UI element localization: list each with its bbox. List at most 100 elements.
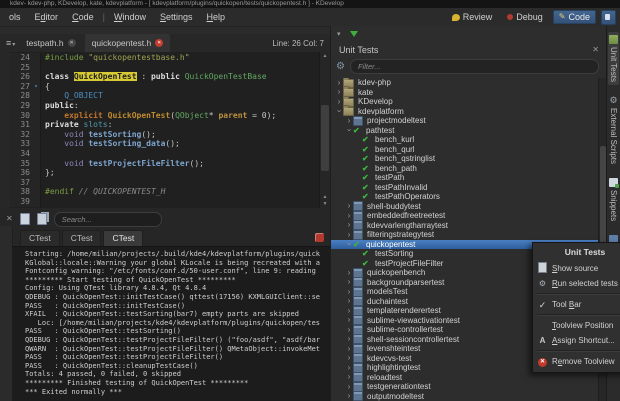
- code-line: 31private slots:: [10, 120, 320, 130]
- tree-item-pathtest[interactable]: ›✔pathtest: [331, 126, 599, 136]
- fold-column: [32, 130, 41, 140]
- menu-item-assign-shortcut[interactable]: AAssign Shortcut...: [533, 333, 620, 348]
- search-input[interactable]: [54, 212, 162, 227]
- console-line: Config: Using QTest library 4.8.4, Qt 4.…: [25, 284, 330, 293]
- output-tab-1[interactable]: CTest: [20, 230, 60, 246]
- fold-marker-icon[interactable]: ▾: [32, 82, 41, 92]
- tree-item-shell-buddytest[interactable]: ›shell-buddytest: [331, 202, 599, 212]
- tree-item-kate[interactable]: ›kate: [331, 88, 599, 98]
- close-tab-icon[interactable]: ✕: [68, 39, 76, 47]
- menu-code[interactable]: Code: [65, 11, 101, 23]
- remove-glyph: ✕: [538, 358, 547, 367]
- close-tab-icon[interactable]: ✕: [155, 39, 163, 47]
- tree-item-testgenerationtest[interactable]: ›testgenerationtest: [331, 382, 599, 392]
- collapsed-arrow-icon[interactable]: ›: [335, 98, 343, 106]
- red-status-icon[interactable]: [315, 233, 324, 242]
- tree-item-kdevplatform[interactable]: ›kdevplatform: [331, 107, 599, 117]
- collapsed-arrow-icon[interactable]: ›: [345, 364, 353, 372]
- tree-item-label: bench_qstringlist: [375, 154, 435, 163]
- tree-item-embeddedfreetreetest[interactable]: ›embeddedfreetreetest: [331, 211, 599, 221]
- expanded-arrow-icon[interactable]: ›: [345, 126, 353, 134]
- output-tab-2[interactable]: CTest: [62, 230, 102, 246]
- menu-help[interactable]: Help: [200, 11, 233, 23]
- test-console-output[interactable]: Starting: /home/milian/projects/.build/k…: [12, 246, 330, 401]
- tree-item-testpathinvalid[interactable]: ✔testPathInvalid: [331, 183, 599, 193]
- collapsed-arrow-icon[interactable]: ›: [345, 117, 353, 125]
- collapsed-arrow-icon[interactable]: ›: [345, 212, 353, 220]
- tree-item-bench-kurl[interactable]: ✔bench_kurl: [331, 135, 599, 145]
- toolview-tab-snippets[interactable]: Snippets: [608, 175, 619, 224]
- collapsed-arrow-icon[interactable]: ›: [345, 335, 353, 343]
- tree-item-filteringstrategytest[interactable]: ›filteringstrategytest: [331, 230, 599, 240]
- editor-tab-testpath-h[interactable]: testpath.h✕: [19, 34, 82, 52]
- filter-options-gear-icon[interactable]: ⚙: [336, 62, 345, 72]
- test-passed-icon: ✔: [353, 126, 362, 135]
- menu-item-run-selected-tests[interactable]: ⚙Run selected tests: [533, 276, 620, 291]
- document-icon[interactable]: [20, 213, 30, 225]
- collapsed-arrow-icon[interactable]: ›: [345, 221, 353, 229]
- tree-item-kdevelop[interactable]: ›KDevelop: [331, 97, 599, 107]
- collapsed-arrow-icon[interactable]: ›: [345, 354, 353, 362]
- menu-editor[interactable]: Editor: [28, 11, 66, 23]
- collapsed-arrow-icon[interactable]: ›: [345, 288, 353, 296]
- collapsed-arrow-icon[interactable]: ›: [345, 231, 353, 239]
- green-down-arrow-icon[interactable]: [350, 31, 358, 41]
- tree-item-bench-path[interactable]: ✔bench_path: [331, 164, 599, 174]
- review-area-button[interactable]: Review: [447, 11, 498, 23]
- expanded-arrow-icon[interactable]: ›: [335, 107, 343, 115]
- menu-item-toolview-position[interactable]: Toolview Position▶: [533, 318, 620, 333]
- overflow-chevron-icon[interactable]: ▾: [337, 30, 341, 38]
- collapsed-arrow-icon[interactable]: ›: [345, 326, 353, 334]
- tree-item-bench-qurl[interactable]: ✔bench_qurl: [331, 145, 599, 155]
- console-line: QDEBUG : QuickOpenTest::initTestCase() q…: [25, 293, 330, 302]
- tree-item-kdev-php[interactable]: ›kdev-php: [331, 78, 599, 88]
- collapsed-arrow-icon[interactable]: ›: [345, 383, 353, 391]
- toolview-tab-unit-tests[interactable]: Unit Tests: [608, 32, 619, 85]
- toolview-tab-label: Snippets: [609, 190, 618, 221]
- menu-settings[interactable]: Settings: [153, 11, 200, 23]
- collapsed-arrow-icon[interactable]: ›: [345, 373, 353, 381]
- collapsed-arrow-icon[interactable]: ›: [345, 392, 353, 400]
- close-toolview-icon[interactable]: ✕: [592, 46, 599, 54]
- menu-ols[interactable]: ols: [2, 11, 28, 23]
- expanded-arrow-icon[interactable]: ›: [345, 240, 353, 248]
- editor-scrollbar[interactable]: ▲ ▲ ▼: [319, 52, 330, 208]
- collapsed-arrow-icon[interactable]: ›: [345, 316, 353, 324]
- tree-item-kdevvarlengtharraytest[interactable]: ›kdevvarlengtharraytest: [331, 221, 599, 231]
- collapsed-arrow-icon[interactable]: ›: [335, 79, 343, 87]
- close-panel-icon[interactable]: ✕: [6, 215, 13, 223]
- tree-item-projectmodeltest[interactable]: ›projectmodeltest: [331, 116, 599, 126]
- document-list-button[interactable]: ≡▾: [0, 38, 19, 48]
- collapsed-arrow-icon[interactable]: ›: [345, 202, 353, 210]
- collapsed-arrow-icon[interactable]: ›: [345, 278, 353, 286]
- menu-item-tool-bar[interactable]: ✓Tool Bar: [533, 297, 620, 312]
- tree-item-reloadtest[interactable]: ›reloadtest: [331, 373, 599, 383]
- menu-item-show-source[interactable]: Show source: [533, 261, 620, 276]
- editor-tab-quickopentest-h[interactable]: quickopentest.h✕: [85, 34, 171, 52]
- menu-window[interactable]: Window: [107, 11, 153, 23]
- scroll-up-icon[interactable]: ▲: [320, 53, 330, 59]
- scroll-up2-icon[interactable]: ▲: [320, 194, 330, 200]
- collapsed-arrow-icon[interactable]: ›: [345, 307, 353, 315]
- collapsed-arrow-icon[interactable]: ›: [345, 345, 353, 353]
- collapsed-arrow-icon[interactable]: ›: [345, 297, 353, 305]
- output-tab-3[interactable]: CTest: [103, 230, 143, 246]
- menu-item-remove-toolview[interactable]: ✕Remove Toolview: [533, 354, 620, 369]
- tree-item-testpath[interactable]: ✔testPath: [331, 173, 599, 183]
- collapsed-arrow-icon[interactable]: ›: [345, 269, 353, 277]
- tree-item-outputmodeltest[interactable]: ›outputmodeltest: [331, 392, 599, 401]
- copy-icon[interactable]: [37, 213, 47, 225]
- code-editor[interactable]: 24#include "quickopentestbase.h"2526clas…: [0, 52, 330, 208]
- collapsed-arrow-icon[interactable]: ›: [335, 88, 343, 96]
- scrollbar-thumb[interactable]: [321, 105, 329, 171]
- area-switcher-button[interactable]: [601, 10, 616, 25]
- toolview-tab-external-scripts[interactable]: ⚙External Scripts: [608, 93, 619, 167]
- test-suite-icon: [353, 391, 363, 401]
- scroll-down-icon[interactable]: ▼: [320, 201, 330, 207]
- tree-item-bench-qstringlist[interactable]: ✔bench_qstringlist: [331, 154, 599, 164]
- filter-input[interactable]: [350, 59, 599, 74]
- code-area-button[interactable]: ✎ Code: [553, 10, 596, 24]
- tree-item-testpathoperators[interactable]: ✔testPathOperators: [331, 192, 599, 202]
- debug-area-button[interactable]: Debug: [502, 11, 548, 23]
- code-text: [41, 63, 45, 73]
